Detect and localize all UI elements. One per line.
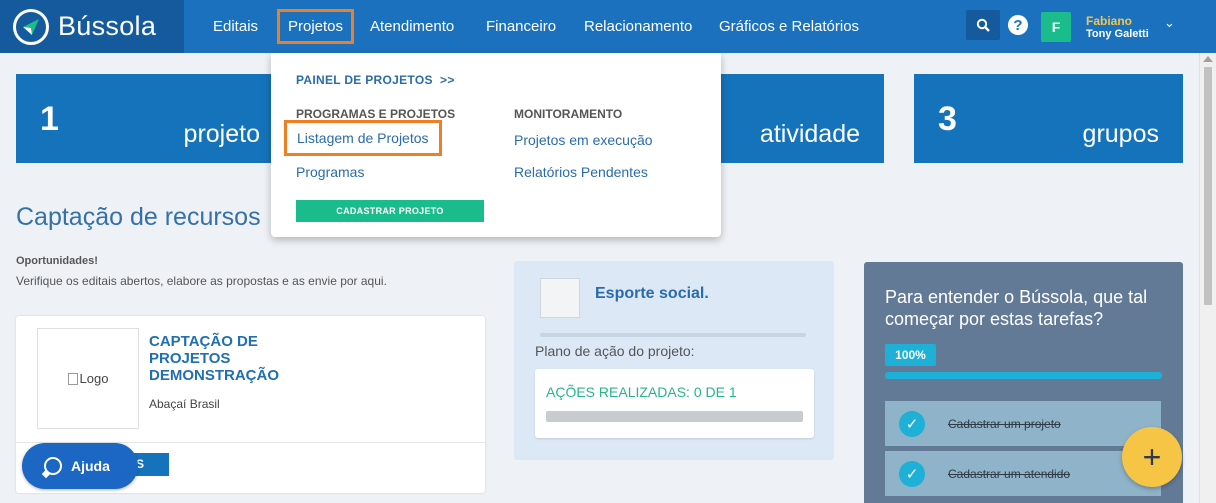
logo-alt-text: Logo (79, 371, 109, 386)
stat-card-grupos[interactable]: 3 grupos (914, 74, 1183, 163)
help-icon[interactable]: ? (1008, 15, 1028, 35)
brand-name: Bússola (58, 11, 157, 41)
projetos-dropdown-menu: PAINEL DE PROJETOS >> PROGRAMAS E PROJET… (271, 53, 721, 237)
help-chat-button[interactable]: Ajuda (22, 443, 138, 489)
actions-count: AÇÕES REALIZADAS: 0 DE 1 (546, 384, 737, 400)
cadastrar-projeto-button[interactable]: CADASTRAR PROJETO (296, 200, 484, 222)
scroll-up-arrow-icon[interactable] (1203, 56, 1213, 62)
avatar[interactable]: F (1041, 12, 1071, 42)
nav-financeiro[interactable]: Financeiro (486, 18, 556, 35)
edital-title[interactable]: CAPTAÇÃO DE PROJETOS DEMONSTRAÇÃO (149, 333, 319, 384)
tasks-percent-badge: 100% (885, 344, 936, 366)
section-title: Captação de recursos (16, 203, 261, 231)
task-label: Cadastrar um atendido (948, 467, 1071, 481)
edital-logo: Logo (37, 328, 139, 429)
menu-item-relatorios-pendentes[interactable]: Relatórios Pendentes (514, 164, 648, 180)
menu-heading-programas-projetos: PROGRAMAS E PROJETOS (296, 107, 456, 121)
task-label: Cadastrar um projeto (948, 417, 1061, 431)
actions-progress-bar (546, 411, 803, 422)
vertical-scrollbar[interactable] (1199, 53, 1216, 503)
task-item[interactable]: ✓ Cadastrar um projeto (885, 401, 1161, 446)
scrollbar-thumb[interactable] (1204, 67, 1212, 305)
stat-label: projeto (183, 120, 260, 148)
top-navbar: Bússola Editais Projetos Atendimento Fin… (0, 0, 1216, 53)
stat-number: 1 (40, 100, 59, 138)
opportunities-description: Verifique os editais abertos, elabore as… (16, 274, 387, 288)
menu-heading-monitoramento: MONITORAMENTO (514, 107, 623, 121)
check-icon: ✓ (899, 411, 925, 437)
project-thumbnail (540, 278, 580, 318)
nav-relacionamento[interactable]: Relacionamento (584, 18, 692, 35)
search-button[interactable] (966, 10, 1000, 40)
painel-projetos-link[interactable]: PAINEL DE PROJETOS >> (296, 73, 455, 87)
menu-item-projetos-execucao[interactable]: Projetos em execução (514, 132, 653, 148)
tasks-title: Para entender o Bússola, que tal começar… (885, 287, 1148, 329)
tasks-progress-bar (885, 372, 1162, 379)
search-icon (976, 18, 990, 32)
nav-graficos-relatorios[interactable]: Gráficos e Relatórios (719, 18, 859, 35)
project-name[interactable]: Esporte social. (595, 285, 709, 303)
action-plan-label: Plano de ação do projeto: (535, 343, 695, 359)
user-first-name[interactable]: Fabiano (1086, 14, 1132, 28)
chat-bubble-icon (44, 457, 62, 475)
add-button[interactable]: + (1122, 427, 1182, 487)
stat-label: grupos (1082, 120, 1159, 148)
task-item[interactable]: ✓ Cadastrar um atendido (885, 451, 1161, 496)
actions-box: AÇÕES REALIZADAS: 0 DE 1 (535, 369, 814, 438)
divider (540, 333, 806, 337)
edital-organization: Abaçaí Brasil (149, 397, 220, 411)
stat-label: atividade (759, 120, 860, 148)
opportunities-title: Oportunidades! (16, 255, 98, 267)
nav-editais[interactable]: Editais (213, 18, 258, 35)
user-full-name[interactable]: Tony Galetti (1086, 28, 1149, 40)
nav-atendimento[interactable]: Atendimento (370, 18, 454, 35)
stat-number: 3 (938, 100, 957, 138)
broken-image-icon (67, 372, 78, 385)
chevron-down-icon[interactable]: ⌄ (1164, 15, 1175, 31)
menu-item-programas[interactable]: Programas (296, 164, 364, 180)
menu-item-listagem-projetos[interactable]: Listagem de Projetos (284, 120, 442, 156)
project-card[interactable]: Esporte social. Plano de ação do projeto… (514, 261, 834, 460)
check-icon: ✓ (899, 461, 925, 487)
brand[interactable]: Bússola (0, 0, 184, 53)
compass-logo-icon (13, 8, 49, 45)
help-chat-label: Ajuda (71, 458, 110, 474)
nav-projetos[interactable]: Projetos (277, 9, 355, 44)
